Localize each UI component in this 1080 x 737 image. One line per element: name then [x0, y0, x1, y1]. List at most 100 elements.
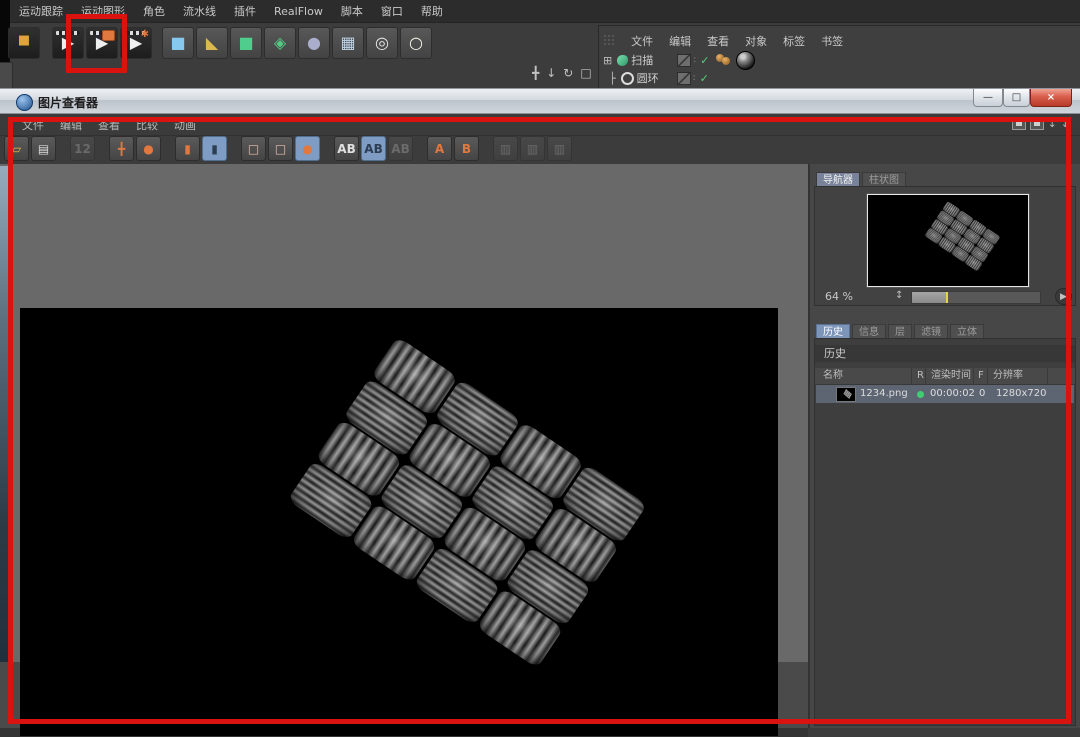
maximize-panel-icon[interactable]: [1030, 118, 1044, 130]
viewport-pan-icon[interactable]: ╋: [532, 66, 539, 80]
compare-frame-a-button[interactable]: □: [241, 136, 266, 161]
compare-frame-b-button[interactable]: □: [268, 136, 293, 161]
ab-off-button-glyph: AB: [391, 143, 409, 155]
history-col-1[interactable]: R: [917, 369, 924, 383]
single-image-button-glyph: ▮: [184, 143, 191, 155]
ab-off-button[interactable]: AB: [388, 136, 413, 161]
main-toolbar: ■↳▶▶▶✱■◣■◈●▦◎○: [8, 27, 432, 59]
viewport-zoom-icon[interactable]: ↓: [546, 66, 556, 80]
frame-rate-button[interactable]: 12: [70, 136, 95, 161]
visibility-dots-icon[interactable]: :: [693, 55, 697, 65]
light-button[interactable]: ○: [400, 27, 432, 59]
fullscreen-image-button[interactable]: ●: [136, 136, 161, 161]
save-image-button[interactable]: ▤: [31, 136, 56, 161]
render-canvas-area[interactable]: [0, 164, 808, 737]
navigator-thumbnail[interactable]: [867, 194, 1029, 287]
maximize-button[interactable]: □: [1003, 89, 1030, 107]
history-table-row[interactable]: 1234.png 00:00:02 0 1280x720: [816, 385, 1074, 403]
ab-split-horizontal-button[interactable]: AB: [334, 136, 359, 161]
history-col-0[interactable]: 名称: [823, 369, 843, 383]
pv-menu-3[interactable]: 比较: [128, 115, 166, 136]
compare-mask-button[interactable]: ●: [295, 136, 320, 161]
main-menu-0[interactable]: 运动跟踪: [10, 1, 72, 23]
pv-menu-4[interactable]: 动画: [166, 115, 204, 136]
zoom-slider-handle[interactable]: [946, 292, 948, 303]
main-menu-5[interactable]: RealFlow: [265, 1, 332, 23]
generators-button[interactable]: ■: [230, 27, 262, 59]
pv-menu-2[interactable]: 查看: [90, 115, 128, 136]
scene-floor-button[interactable]: ▦: [332, 27, 364, 59]
history-col-3[interactable]: F: [978, 369, 984, 383]
set-image-a-button[interactable]: A: [427, 136, 452, 161]
single-image-button[interactable]: ▮: [175, 136, 200, 161]
enable-check-icon[interactable]: ✓: [700, 54, 709, 67]
spline-pen-button[interactable]: ◣: [196, 27, 228, 59]
om-menu-1[interactable]: 编辑: [661, 33, 699, 51]
zoom-slider[interactable]: [911, 291, 1041, 304]
camera-button[interactable]: ◎: [366, 27, 398, 59]
viewport-toggle-icon[interactable]: □: [580, 66, 591, 80]
frame-rate-button-glyph: 12: [74, 143, 91, 155]
picture-viewer-app-icon: [16, 94, 33, 111]
zoom-more-button[interactable]: ▶: [1055, 288, 1072, 305]
object-label[interactable]: 圆环: [637, 70, 659, 86]
mograph-button[interactable]: ◈: [264, 27, 296, 59]
main-menu-4[interactable]: 插件: [225, 1, 265, 23]
deformers-button[interactable]: ●: [298, 27, 330, 59]
layer-toggle[interactable]: [677, 54, 691, 67]
set-image-b-button[interactable]: B: [454, 136, 479, 161]
pv-menu-0[interactable]: 文件: [14, 115, 52, 136]
phong-tag-icon[interactable]: [736, 51, 755, 70]
axis-cube-button[interactable]: ■↳: [8, 27, 40, 59]
main-menu-1[interactable]: 运动图形: [72, 1, 134, 23]
om-menu-2[interactable]: 查看: [699, 33, 737, 51]
render-to-picture-viewer-button[interactable]: ▶: [86, 27, 118, 59]
render-settings-button[interactable]: ▶✱: [120, 27, 152, 59]
om-menu-3[interactable]: 对象: [737, 33, 775, 51]
layout-manager-button[interactable]: ╋: [109, 136, 134, 161]
render-view-button[interactable]: ▶: [52, 27, 84, 59]
zoom-stepper-icon[interactable]: ↕: [895, 290, 903, 301]
viewport-rotate-icon[interactable]: ↻: [563, 66, 573, 80]
drag-handle-icon[interactable]: [603, 34, 616, 47]
enable-check-icon[interactable]: ✓: [700, 72, 709, 85]
visibility-dots-icon[interactable]: :: [693, 73, 697, 83]
main-menu-2[interactable]: 角色: [134, 1, 174, 23]
copy-ab-button-glyph: ▥: [527, 143, 538, 155]
panel-menu-icon[interactable]: ↕: [1061, 117, 1070, 130]
spline-pen-button-glyph: ◣: [206, 35, 218, 51]
open-image-button[interactable]: ▱: [4, 136, 29, 161]
pv-menu-1[interactable]: 编辑: [52, 115, 90, 136]
ab-split-vertical-button[interactable]: AB: [361, 136, 386, 161]
om-menu-0[interactable]: 文件: [623, 33, 661, 51]
picture-viewer-titlebar[interactable]: 图片查看器 —□×: [0, 88, 1080, 114]
layer-toggle[interactable]: [677, 72, 691, 85]
main-menu-3[interactable]: 流水线: [174, 1, 225, 23]
om-menu-4[interactable]: 标签: [775, 33, 813, 51]
undock-panel-icon[interactable]: [1012, 118, 1026, 130]
open-image-button-glyph: ▱: [12, 143, 21, 155]
object-row-sweep[interactable]: ⊞ 扫描 : ✓: [601, 52, 755, 68]
clear-ab-button[interactable]: ▥: [547, 136, 572, 161]
object-row-circle[interactable]: ├ 圆环 : ✓: [607, 70, 710, 86]
om-menu-5[interactable]: 书签: [813, 33, 851, 51]
rendered-image[interactable]: [20, 308, 778, 736]
copy-ab-button[interactable]: ▥: [520, 136, 545, 161]
main-menu-8[interactable]: 帮助: [412, 1, 452, 23]
swap-ab-button[interactable]: ▥: [493, 136, 518, 161]
main-menu-7[interactable]: 窗口: [372, 1, 412, 23]
main-menu-6[interactable]: 脚本: [332, 1, 372, 23]
column-divider: [911, 368, 912, 384]
history-col-2[interactable]: 渲染时间: [931, 369, 971, 383]
history-row-resolution: 1280x720: [996, 387, 1046, 401]
history-col-4[interactable]: 分辨率: [993, 369, 1023, 383]
filmstrip-button[interactable]: ▮: [202, 136, 227, 161]
close-button[interactable]: ×: [1030, 89, 1072, 107]
expand-icon[interactable]: ⊞: [603, 54, 612, 67]
primitive-cube-button[interactable]: ■: [162, 27, 194, 59]
history-row-frame: 0: [979, 387, 985, 401]
object-label[interactable]: 扫描: [631, 52, 653, 68]
minimize-button[interactable]: —: [973, 89, 1003, 107]
smoothing-tag-icon[interactable]: [716, 54, 732, 66]
scroll-arrows-icon[interactable]: ↕: [1048, 117, 1057, 130]
